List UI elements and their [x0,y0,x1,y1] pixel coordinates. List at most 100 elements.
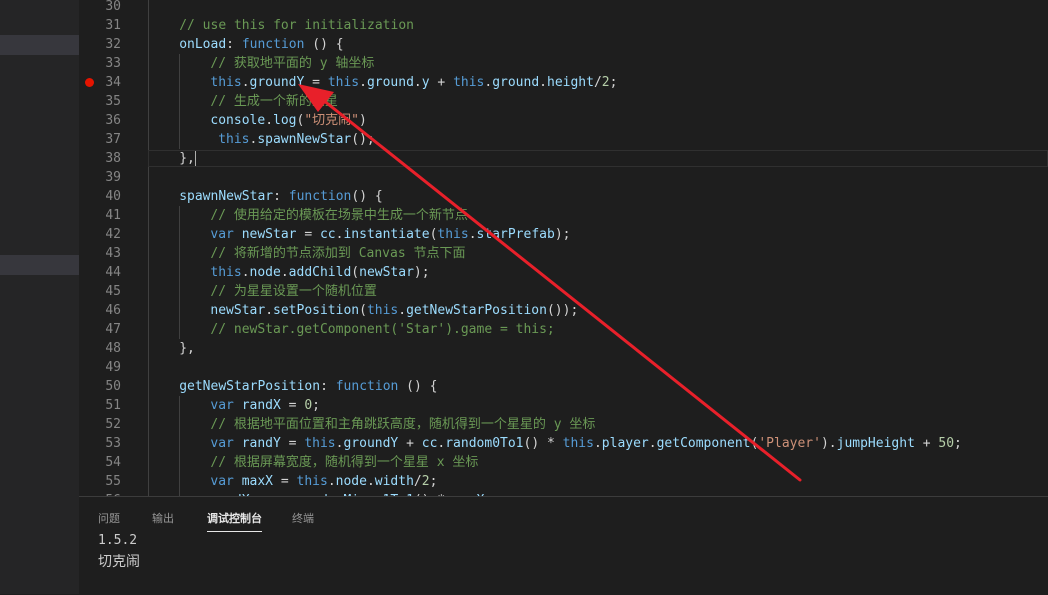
code-text: spawnNewStar: function() { [179,187,383,206]
line-number: 36 [105,113,121,128]
sidebar-strip [0,0,79,594]
code-token: groundY [343,436,399,451]
code-line[interactable]: 35 // 生成一个新的星星 [79,92,1048,111]
code-token: 2 [601,75,610,90]
code-token: . [241,75,250,90]
code-token: ; [312,398,320,413]
code-line[interactable]: 55 var maxX = this.node.width/2; [79,472,1048,491]
code-text: getNewStarPosition: function () { [179,377,437,396]
code-token: // 生成一个新的星星 [210,94,338,109]
code-text: // 根据屏幕宽度，随机得到一个星星 x 坐标 [210,453,478,472]
indent-guide [179,206,181,225]
panel-tab[interactable]: 问题 [98,510,120,531]
code-text: // use this for initialization [179,16,414,35]
code-token: ). [820,436,837,451]
code-token: + [398,436,422,451]
code-token: this [327,75,360,90]
code-line[interactable]: 46 newStar.setPosition(this.getNewStarPos… [79,301,1048,320]
code-token: this [218,132,250,147]
code-token: // newStar.getComponent('Star').game = t… [210,322,555,337]
code-token: . [593,436,602,451]
code-line[interactable]: 47 // newStar.getComponent('Star').game =… [79,320,1048,339]
code-line[interactable]: 44 this.node.addChild(newStar); [79,263,1048,282]
line-number: 47 [105,322,121,337]
code-line[interactable]: 52 // 根据地平面位置和主角跳跃高度，随机得到一个星星的 y 坐标 [79,415,1048,434]
code-token: . [265,303,274,318]
line-number: 52 [105,417,121,432]
code-line[interactable]: 40 spawnNewStar: function() { [79,187,1048,206]
line-number: 32 [105,37,121,52]
code-token: getNewStarPosition [406,303,547,318]
code-line[interactable]: 36 console.log("切克闹") [79,111,1048,130]
line-number: 30 [105,0,121,14]
line-number: 40 [105,189,121,204]
code-token: console [210,113,266,128]
line-number: 33 [105,56,121,71]
line-number: 49 [105,360,121,375]
code-token: cc [421,436,438,451]
code-text: this.groundY = this.ground.y + this.grou… [210,73,617,92]
code-token: node [249,265,281,280]
code-token: . [366,474,375,489]
code-token: instantiate [343,227,430,242]
line-number: 37 [105,132,121,147]
console-output-line: 1.5.2 [98,533,138,548]
bottom-panel: 问题 输出 调试控制台 终端 1.5.2 切克闹 [79,496,1048,595]
code-token: . [468,227,477,242]
code-line[interactable]: 32 onLoad: function () { [79,35,1048,54]
indent-guide [179,453,181,472]
code-line[interactable]: 53 var randY = this. groundY + cc. random0T… [79,434,1048,453]
console-output-line: 切克闹 [98,554,140,570]
indent-guide [179,111,181,130]
code-token: // 使用给定的模板在场景中生成一个新节点 [210,208,468,223]
panel-tab[interactable]: 终端 [292,510,314,531]
code-text: var maxX = this.node.width/2; [210,472,437,491]
code-line[interactable]: 48}, [79,339,1048,358]
indent-guide [179,472,181,491]
code-text: console.log("切克闹") [210,111,366,130]
line-number: 46 [105,303,121,318]
code-line[interactable]: 39 [79,168,1048,187]
code-token: getComponent [656,436,751,451]
code-token: newStar [359,265,414,280]
code-line[interactable]: 31 // use this for initialization [79,16,1048,35]
code-token: function [241,37,305,52]
code-line[interactable]: 30 [79,0,1048,16]
code-line[interactable]: 34 this.groundY = this.ground.y + this.gr… [79,73,1048,92]
code-token: this [210,265,242,280]
code-token: randX [241,398,281,413]
code-line[interactable]: 42 var newStar = cc.instantiate(this.star… [79,225,1048,244]
code-line[interactable]: 50 getNewStarPosition: function () { [79,377,1048,396]
code-token: . [539,75,547,90]
code-token: () { [398,379,438,394]
code-line[interactable]: 38}, [79,149,1048,168]
code-editor[interactable]: 30 31 // use this for initialization 32 onLo… [79,0,1048,496]
panel-tab[interactable]: 调试控制台 [207,510,262,532]
code-token: this [210,75,242,90]
code-text: this.spawnNewStar(); [218,130,375,149]
code-token: spawnNewStar [257,132,352,147]
code-token: height [547,75,594,90]
sidebar-highlight [0,255,79,275]
code-line[interactable]: 33 // 获取地平面的 y 轴坐标 [79,54,1048,73]
code-token: width [374,474,414,489]
code-line[interactable]: 45 // 为星星设置一个随机位置 [79,282,1048,301]
code-line[interactable]: 54 // 根据屏幕宽度，随机得到一个星星 x 坐标 [79,453,1048,472]
indent-guide [179,320,181,339]
code-line[interactable]: 37 this.spawnNewStar(); [79,130,1048,149]
code-token: this [437,227,469,242]
panel-tab[interactable]: 输出 [152,510,174,531]
code-line[interactable]: 49 [79,358,1048,377]
indent-guide [179,415,181,434]
code-token: y [421,75,430,90]
code-line[interactable]: 43 // 将新增的节点添加到 Canvas 节点下面 [79,244,1048,263]
line-number: 55 [105,474,121,489]
code-token: }, [179,341,195,356]
code-line[interactable]: 51 var randX = 0; [79,396,1048,415]
code-line[interactable]: 41 // 使用给定的模板在场景中生成一个新节点 [79,206,1048,225]
code-token: var [210,436,234,451]
code-token: // 为星星设置一个随机位置 [210,284,377,299]
code-token: . [265,113,274,128]
